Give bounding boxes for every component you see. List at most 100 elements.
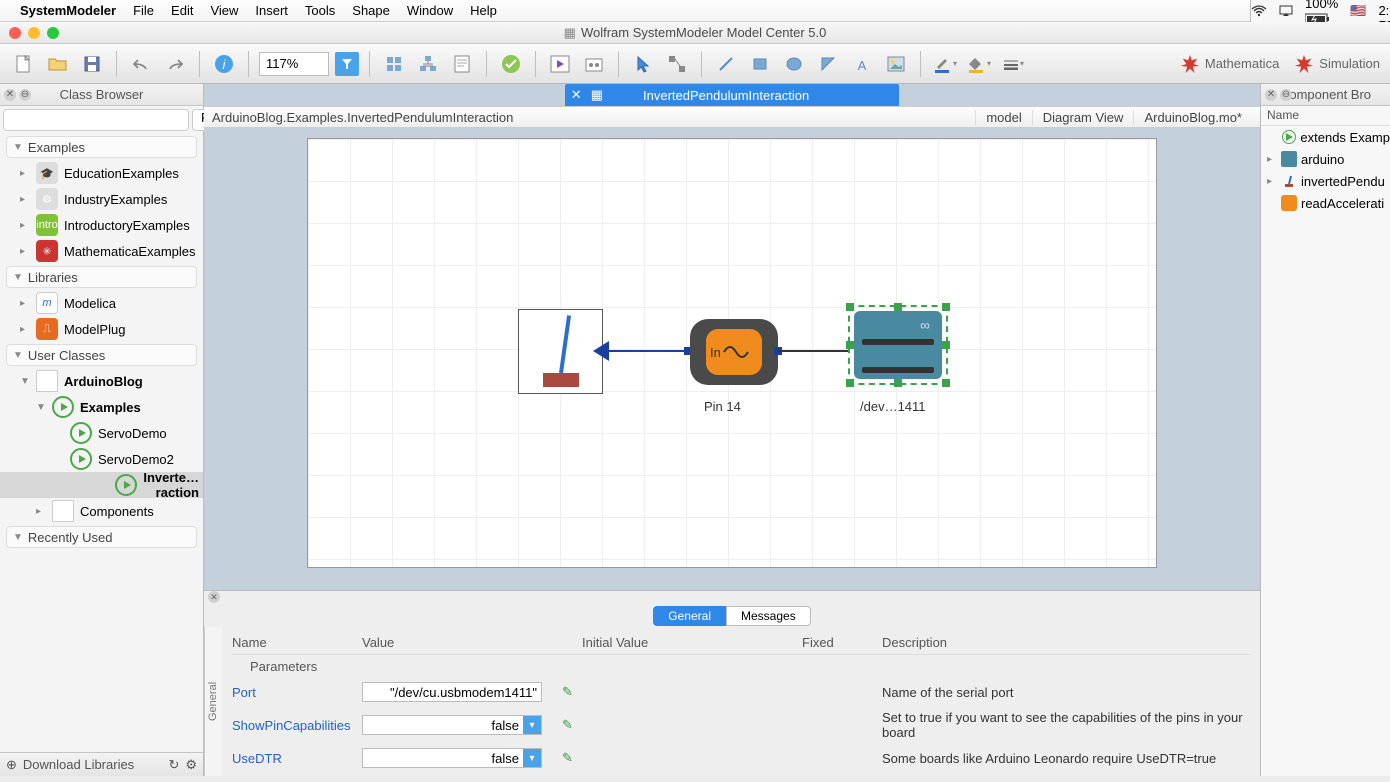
mathematica-link[interactable]: Mathematica bbox=[1179, 53, 1279, 75]
tree-components[interactable]: ▸Components bbox=[0, 498, 203, 524]
connect-tool[interactable] bbox=[663, 50, 691, 78]
macos-menubar: SystemModeler File Edit View Insert Tool… bbox=[0, 0, 1390, 22]
polygon-tool[interactable] bbox=[814, 50, 842, 78]
props-tab-general[interactable]: General bbox=[653, 606, 726, 626]
param-name[interactable]: Port bbox=[232, 685, 362, 700]
model-kind[interactable]: model bbox=[975, 110, 1031, 125]
tree-modelplug[interactable]: ▸⎍ModelPlug bbox=[0, 316, 203, 342]
simulate-button[interactable] bbox=[546, 50, 574, 78]
model-path: ArduinoBlog.Examples.InvertedPendulumInt… bbox=[212, 110, 513, 125]
analog-input-block[interactable]: In bbox=[690, 319, 778, 385]
tree-servodemo2[interactable]: ServoDemo2 bbox=[0, 446, 203, 472]
diagram-view-button[interactable] bbox=[414, 50, 442, 78]
arduino-block[interactable]: ∞ bbox=[848, 305, 948, 385]
menu-view[interactable]: View bbox=[210, 3, 238, 18]
param-name[interactable]: ShowPinCapabilities bbox=[232, 718, 362, 733]
text-tool[interactable]: A bbox=[848, 50, 876, 78]
sensor-label: Pin 14 bbox=[704, 399, 741, 414]
tree-introductoryexamples[interactable]: ▸introIntroductoryExamples bbox=[0, 212, 203, 238]
param-edit-icon[interactable]: ✎ bbox=[562, 684, 582, 700]
fill-color-button[interactable]: ▾ bbox=[965, 50, 993, 78]
icon-view-button[interactable] bbox=[380, 50, 408, 78]
text-view-button[interactable] bbox=[448, 50, 476, 78]
class-browser-header: ✕⊖ Class Browser bbox=[0, 84, 203, 106]
menu-edit[interactable]: Edit bbox=[171, 3, 193, 18]
component-extends[interactable]: extends Examp bbox=[1261, 126, 1390, 148]
tree-modelica[interactable]: ▸mModelica bbox=[0, 290, 203, 316]
line-style-button[interactable]: ▾ bbox=[999, 50, 1027, 78]
tree-industryexamples[interactable]: ▸⚙IndustryExamples bbox=[0, 186, 203, 212]
view-selector[interactable]: Diagram View bbox=[1032, 110, 1134, 125]
panel-close-icon[interactable]: ✕ bbox=[4, 89, 16, 101]
zoom-input[interactable]: 117% bbox=[259, 52, 329, 76]
image-tool[interactable] bbox=[882, 50, 910, 78]
tree-educationexamples[interactable]: ▸🎓EducationExamples bbox=[0, 160, 203, 186]
editor-tab[interactable]: ✕ ▦ InvertedPendulumInteraction bbox=[565, 84, 900, 106]
redo-button[interactable] bbox=[161, 50, 189, 78]
window-zoom[interactable] bbox=[47, 27, 59, 39]
rect-tool[interactable] bbox=[746, 50, 774, 78]
props-tab-messages[interactable]: Messages bbox=[726, 606, 811, 626]
info-button[interactable]: i bbox=[210, 50, 238, 78]
pointer-tool[interactable] bbox=[629, 50, 657, 78]
component-col-name[interactable]: Name bbox=[1261, 106, 1390, 126]
tab-close-icon[interactable]: ✕ bbox=[571, 87, 582, 103]
props-close-icon[interactable]: ✕ bbox=[208, 591, 220, 603]
component-readacceleration[interactable]: readAccelerati bbox=[1261, 192, 1390, 214]
new-button[interactable] bbox=[10, 50, 38, 78]
tree-examples-folder[interactable]: ▼Examples bbox=[0, 394, 203, 420]
section-userclasses[interactable]: ▼User Classes bbox=[6, 344, 197, 366]
app-menu[interactable]: SystemModeler bbox=[20, 3, 116, 18]
flag-icon[interactable]: 🇺🇸 bbox=[1350, 3, 1366, 19]
class-search-input[interactable] bbox=[3, 109, 189, 131]
airplay-icon[interactable] bbox=[1279, 5, 1293, 17]
menu-tools[interactable]: Tools bbox=[305, 3, 335, 18]
download-libraries[interactable]: ⊕Download Libraries ↻ ⚙ bbox=[0, 752, 203, 776]
tree-servodemo[interactable]: ServoDemo bbox=[0, 420, 203, 446]
connection-wire-1[interactable] bbox=[603, 350, 693, 352]
menu-shape[interactable]: Shape bbox=[352, 3, 390, 18]
undo-button[interactable] bbox=[127, 50, 155, 78]
menu-window[interactable]: Window bbox=[407, 3, 453, 18]
param-edit-icon[interactable]: ✎ bbox=[562, 717, 582, 733]
panel-close-icon[interactable]: ✕ bbox=[1265, 89, 1277, 101]
component-arduino[interactable]: ▸arduino bbox=[1261, 148, 1390, 170]
menu-insert[interactable]: Insert bbox=[255, 3, 288, 18]
line-color-button[interactable]: ▾ bbox=[931, 50, 959, 78]
menu-file[interactable]: File bbox=[133, 3, 154, 18]
section-libraries[interactable]: ▼Libraries bbox=[6, 266, 197, 288]
line-tool[interactable] bbox=[712, 50, 740, 78]
open-button[interactable] bbox=[44, 50, 72, 78]
ellipse-tool[interactable] bbox=[780, 50, 808, 78]
animate-button[interactable] bbox=[580, 50, 608, 78]
param-value-select[interactable]: false▾ bbox=[362, 748, 542, 768]
component-invertedpendulum[interactable]: ▸invertedPendu bbox=[1261, 170, 1390, 192]
section-recent[interactable]: ▼Recently Used bbox=[6, 526, 197, 548]
wifi-icon[interactable] bbox=[1251, 5, 1267, 17]
param-value-input[interactable]: "/dev/cu.usbmodem1411" bbox=[362, 682, 542, 702]
panel-detach-icon[interactable]: ⊖ bbox=[19, 89, 31, 101]
tree-arduinoblog[interactable]: ▼ArduinoBlog bbox=[0, 368, 203, 394]
reload-icon[interactable]: ↻ bbox=[168, 757, 179, 773]
component-browser-panel: ✕⊖ Component Bro Name extends Examp ▸ard… bbox=[1260, 84, 1390, 776]
props-side-general[interactable]: General bbox=[204, 627, 222, 776]
zoom-filter-button[interactable] bbox=[335, 52, 359, 76]
settings-icon[interactable]: ⚙ bbox=[185, 757, 197, 773]
simulation-link[interactable]: Simulation bbox=[1293, 53, 1380, 75]
param-edit-icon[interactable]: ✎ bbox=[562, 750, 582, 766]
param-name[interactable]: UseDTR bbox=[232, 751, 362, 766]
connection-wire-2[interactable] bbox=[778, 350, 850, 352]
diagram-canvas[interactable]: In Pin 14 ∞ /dev…1411 bbox=[307, 138, 1157, 568]
file-name[interactable]: ArduinoBlog.mo* bbox=[1133, 110, 1252, 125]
panel-detach-icon[interactable]: ⊖ bbox=[1280, 89, 1292, 101]
check-button[interactable] bbox=[497, 50, 525, 78]
window-minimize[interactable] bbox=[28, 27, 40, 39]
window-close[interactable] bbox=[9, 27, 21, 39]
menu-help[interactable]: Help bbox=[470, 3, 497, 18]
tree-mathematicaexamples[interactable]: ▸✳MathematicaExamples bbox=[0, 238, 203, 264]
tree-invertedpendulum[interactable]: Inverte…raction bbox=[0, 472, 203, 498]
save-button[interactable] bbox=[78, 50, 106, 78]
inverted-pendulum-block[interactable] bbox=[518, 309, 603, 394]
section-examples[interactable]: ▼Examples bbox=[6, 136, 197, 158]
param-value-select[interactable]: false▾ bbox=[362, 715, 542, 735]
